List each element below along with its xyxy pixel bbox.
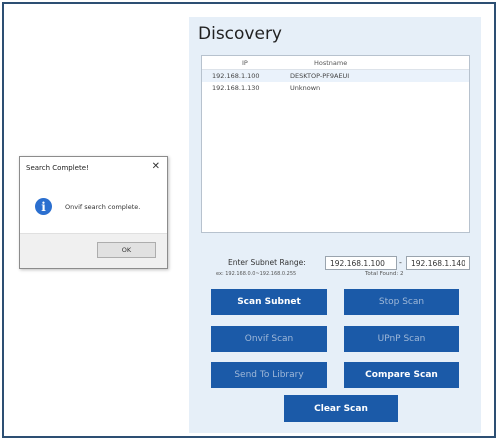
onvif-scan-button[interactable]: Onvif Scan bbox=[211, 326, 327, 352]
row-hostname: Unknown bbox=[290, 84, 321, 92]
dialog-footer: OK bbox=[20, 233, 167, 268]
scan-subnet-button[interactable]: Scan Subnet bbox=[211, 289, 327, 315]
subnet-start-input[interactable] bbox=[325, 256, 397, 270]
results-list[interactable]: IP Hostname 192.168.1.100 DESKTOP-PF9AEU… bbox=[201, 55, 470, 233]
column-header-hostname[interactable]: Hostname bbox=[314, 59, 347, 67]
stop-scan-button[interactable]: Stop Scan bbox=[344, 289, 459, 315]
subnet-example-hint: ex: 192.168.0.0~192.168.0.255 bbox=[216, 271, 297, 277]
ok-button[interactable]: OK bbox=[97, 242, 156, 258]
info-icon: i bbox=[35, 198, 52, 215]
close-icon[interactable]: ✕ bbox=[152, 161, 160, 172]
column-header-ip[interactable]: IP bbox=[242, 59, 248, 67]
page-title: Discovery bbox=[198, 24, 282, 44]
list-item[interactable]: 192.168.1.130 Unknown bbox=[202, 82, 469, 94]
subnet-range-label: Enter Subnet Range: bbox=[228, 258, 306, 267]
range-separator: - bbox=[399, 258, 402, 267]
clear-scan-button[interactable]: Clear Scan bbox=[284, 395, 398, 422]
list-header: IP Hostname bbox=[202, 56, 469, 70]
row-hostname: DESKTOP-PF9AEUI bbox=[290, 72, 350, 80]
upnp-scan-button[interactable]: UPnP Scan bbox=[344, 326, 459, 352]
send-to-library-button[interactable]: Send To Library bbox=[211, 362, 327, 388]
search-complete-dialog: Search Complete! ✕ i Onvif search comple… bbox=[19, 156, 168, 269]
dialog-title: Search Complete! bbox=[26, 164, 89, 172]
compare-scan-button[interactable]: Compare Scan bbox=[344, 362, 459, 388]
subnet-end-input[interactable] bbox=[406, 256, 470, 270]
dialog-message: Onvif search complete. bbox=[65, 203, 141, 211]
list-item[interactable]: 192.168.1.100 DESKTOP-PF9AEUI bbox=[202, 70, 469, 82]
row-ip: 192.168.1.100 bbox=[212, 72, 260, 80]
total-found-label: Total Found: 2 bbox=[365, 271, 404, 277]
row-ip: 192.168.1.130 bbox=[212, 84, 260, 92]
